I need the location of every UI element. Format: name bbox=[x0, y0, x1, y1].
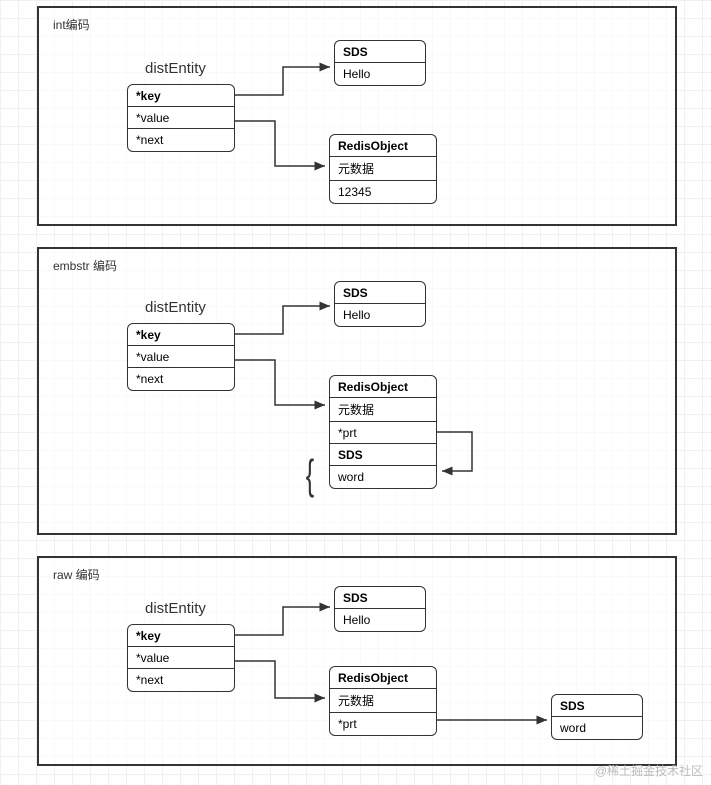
arrow-key-sds-1 bbox=[235, 62, 335, 102]
distentity-next-3: *next bbox=[128, 669, 234, 691]
redisobject-meta-3: 元数据 bbox=[330, 689, 436, 713]
panel-int: int编码 distEntity *key *value *next SDS H… bbox=[37, 6, 677, 226]
arrow-value-redis-2 bbox=[235, 357, 330, 412]
panel-int-label: int编码 bbox=[53, 16, 90, 33]
redisobject-box-1: RedisObject 元数据 12345 bbox=[329, 134, 437, 204]
arrow-prt-sds-2 bbox=[437, 429, 487, 479]
sds-hello-1: Hello bbox=[335, 63, 425, 85]
distentity-value-2: *value bbox=[128, 346, 234, 368]
redisobject-box-3: RedisObject 元数据 *prt bbox=[329, 666, 437, 736]
brace-icon: { bbox=[306, 454, 314, 496]
sds-header-1: SDS bbox=[335, 41, 425, 63]
redisobject-header-3: RedisObject bbox=[330, 667, 436, 689]
redisobject-header-2: RedisObject bbox=[330, 376, 436, 398]
sds-hello-box-3: SDS Hello bbox=[334, 586, 426, 632]
panel-raw: raw 编码 distEntity *key *value *next SDS … bbox=[37, 556, 677, 766]
sds-header-3: SDS bbox=[335, 587, 425, 609]
distentity-title-1: distEntity bbox=[145, 60, 206, 77]
distentity-box-2: *key *value *next bbox=[127, 323, 235, 391]
sds-word-box-3: SDS word bbox=[551, 694, 643, 740]
distentity-next-2: *next bbox=[128, 368, 234, 390]
panel-raw-label: raw 编码 bbox=[53, 566, 100, 583]
arrow-value-redis-1 bbox=[235, 118, 330, 173]
redisobject-box-2: RedisObject 元数据 *prt SDS word bbox=[329, 375, 437, 489]
arrow-prt-sds-3 bbox=[437, 716, 552, 726]
distentity-key-3: *key bbox=[128, 625, 234, 647]
sds-header-2: SDS bbox=[335, 282, 425, 304]
sds-word-2: word bbox=[330, 466, 436, 488]
distentity-box-1: *key *value *next bbox=[127, 84, 235, 152]
sds-header-2b: SDS bbox=[330, 444, 436, 466]
sds-word-3: word bbox=[552, 717, 642, 739]
redisobject-meta-2: 元数据 bbox=[330, 398, 436, 422]
redisobject-header-1: RedisObject bbox=[330, 135, 436, 157]
sds-hello-2: Hello bbox=[335, 304, 425, 326]
arrow-key-sds-2 bbox=[235, 301, 335, 341]
watermark: @稀土掘金技术社区 bbox=[595, 762, 703, 779]
redisobject-prt-2: *prt bbox=[330, 422, 436, 444]
distentity-box-3: *key *value *next bbox=[127, 624, 235, 692]
sds-hello-3: Hello bbox=[335, 609, 425, 631]
redisobject-meta-1: 元数据 bbox=[330, 157, 436, 181]
sds-hello-box-2: SDS Hello bbox=[334, 281, 426, 327]
arrow-key-sds-3 bbox=[235, 602, 335, 642]
sds-header-3b: SDS bbox=[552, 695, 642, 717]
panel-embstr: embstr 编码 distEntity *key *value *next S… bbox=[37, 247, 677, 535]
distentity-title-3: distEntity bbox=[145, 600, 206, 617]
distentity-key-2: *key bbox=[128, 324, 234, 346]
panel-embstr-label: embstr 编码 bbox=[53, 257, 117, 274]
arrow-value-redis-3 bbox=[235, 658, 330, 708]
distentity-value-3: *value bbox=[128, 647, 234, 669]
redisobject-prt-3: *prt bbox=[330, 713, 436, 735]
sds-hello-box-1: SDS Hello bbox=[334, 40, 426, 86]
distentity-next-1: *next bbox=[128, 129, 234, 151]
distentity-title-2: distEntity bbox=[145, 299, 206, 316]
distentity-key-1: *key bbox=[128, 85, 234, 107]
distentity-value-1: *value bbox=[128, 107, 234, 129]
redisobject-intval-1: 12345 bbox=[330, 181, 436, 203]
